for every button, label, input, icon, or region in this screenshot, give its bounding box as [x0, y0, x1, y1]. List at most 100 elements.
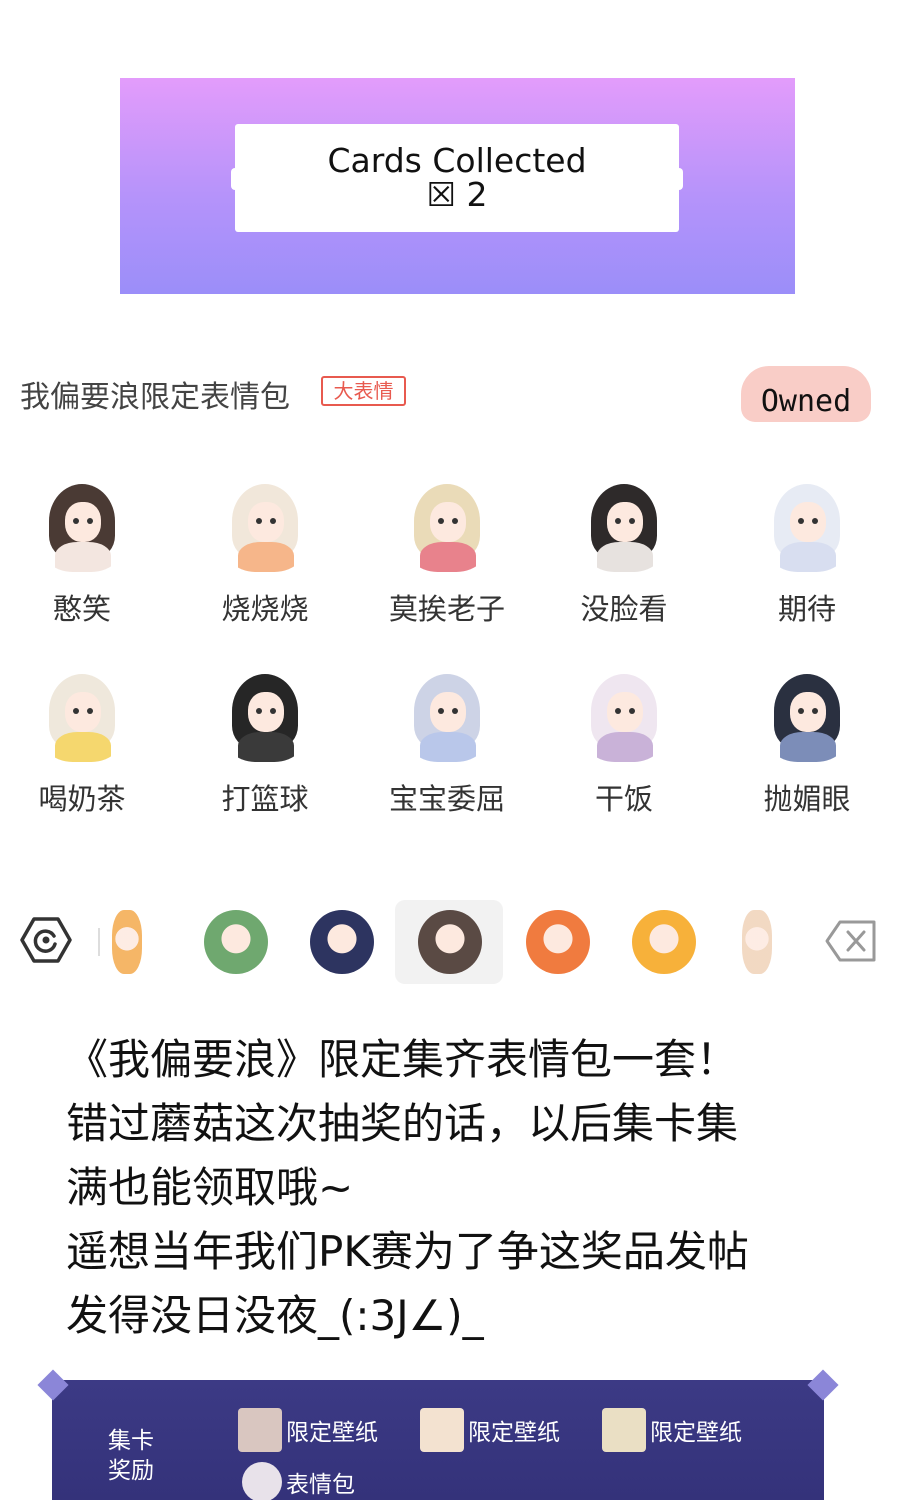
sticker-item[interactable]: 期待 — [714, 478, 900, 668]
owned-button[interactable]: Owned — [741, 366, 871, 422]
caption-line: 发得没日没夜_(:3J∠)_ — [66, 1291, 484, 1340]
sticker-image — [35, 478, 129, 572]
backspace-icon[interactable] — [824, 918, 878, 964]
sticker-body — [420, 542, 476, 572]
caption-line: 《我偏要浪》限定集齐表情包一套！ — [66, 1035, 739, 1084]
sticker-face — [430, 692, 466, 732]
reward-item-label: 限定壁纸 — [468, 1420, 560, 1446]
sticker-eye — [812, 518, 818, 524]
collection-banner: Cards Collected ☒ 2 — [120, 78, 795, 294]
sticker-image — [577, 478, 671, 572]
sticker-pack-title: 我偏要浪限定表情包 — [20, 380, 290, 415]
sticker-body — [238, 542, 294, 572]
sticker-pack-tag: 大表情 — [321, 376, 406, 406]
wallpaper-thumbnail — [602, 1408, 646, 1452]
wallpaper-thumbnail — [238, 1408, 282, 1452]
reward-heading-line: 奖励 — [108, 1458, 154, 1484]
sticker-image — [400, 478, 494, 572]
sticker-face — [790, 692, 826, 732]
reward-item-wallpaper-2[interactable]: 限定壁纸 — [420, 1408, 560, 1452]
sticker-eye — [615, 518, 621, 524]
sticker-image — [760, 478, 854, 572]
sticker-eye — [798, 518, 804, 524]
post-caption: 《我偏要浪》限定集齐表情包一套！ 错过蘑菇这次抽奖的话，以后集卡集 满也能领取哦… — [66, 1028, 866, 1348]
sticker-label: 打篮球 — [221, 782, 309, 816]
emoji-thumb-2[interactable] — [204, 910, 268, 974]
sticker-eye — [438, 708, 444, 714]
sticker-label: 干饭 — [594, 782, 653, 816]
sticker-label: 烧烧烧 — [221, 592, 309, 626]
sticker-item[interactable]: 没脸看 — [528, 478, 720, 668]
sticker-eye — [73, 708, 79, 714]
sticker-item[interactable]: 憨笑 — [0, 478, 180, 668]
emoji-thumb-1[interactable] — [112, 910, 142, 974]
reward-item-label: 限定壁纸 — [286, 1420, 378, 1446]
wallpaper-thumbnail — [420, 1408, 464, 1452]
sticker-eye — [812, 708, 818, 714]
sticker-eye — [73, 518, 79, 524]
emoji-thumb-5[interactable] — [526, 910, 590, 974]
sticker-body — [55, 542, 111, 572]
sticker-face — [248, 692, 284, 732]
sticker-face — [790, 502, 826, 542]
sticker-item[interactable]: 喝奶茶 — [0, 668, 180, 858]
emoji-thumb-7[interactable] — [742, 910, 772, 974]
sticker-item[interactable]: 抛媚眼 — [714, 668, 900, 858]
sticker-face — [607, 502, 643, 542]
sticker-image — [760, 668, 854, 762]
sticker-face — [248, 502, 284, 542]
sticker-item[interactable]: 打篮球 — [170, 668, 360, 858]
sticker-body — [420, 732, 476, 762]
card-reward-panel: 集卡 奖励 限定壁纸 限定壁纸 限定壁纸 表情包 — [52, 1380, 824, 1500]
sticker-image — [400, 668, 494, 762]
sticker-eye — [452, 708, 458, 714]
sticker-eye — [615, 708, 621, 714]
reward-item-sticker-pack[interactable]: 表情包 — [242, 1462, 355, 1500]
sticker-body — [55, 732, 111, 762]
sticker-pack-thumbnail — [242, 1462, 282, 1500]
sticker-item[interactable]: 干饭 — [528, 668, 720, 858]
cards-collected-card: Cards Collected ☒ 2 — [231, 124, 683, 232]
sticker-eye — [629, 708, 635, 714]
sticker-face — [607, 692, 643, 732]
sticker-label: 莫挨老子 — [388, 592, 505, 626]
sticker-body — [597, 542, 653, 572]
sticker-eye — [798, 708, 804, 714]
reward-item-wallpaper-3[interactable]: 限定壁纸 — [602, 1408, 742, 1452]
reward-item-label: 表情包 — [286, 1472, 355, 1498]
cards-collected-count: ☒ 2 — [426, 175, 488, 214]
emoji-thumb-6[interactable] — [632, 910, 696, 974]
emoji-thumb-4[interactable] — [418, 910, 482, 974]
sticker-eye — [452, 518, 458, 524]
cards-collected-label: Cards Collected — [327, 141, 587, 180]
sticker-label: 抛媚眼 — [763, 782, 851, 816]
sticker-eye — [87, 708, 93, 714]
caption-line: 满也能领取哦~ — [66, 1163, 354, 1212]
reward-item-label: 限定壁纸 — [650, 1420, 742, 1446]
sticker-eye — [256, 518, 262, 524]
sticker-eye — [87, 518, 93, 524]
sticker-eye — [629, 518, 635, 524]
caption-line: 错过蘑菇这次抽奖的话，以后集卡集 — [66, 1099, 739, 1148]
sticker-label: 憨笑 — [52, 592, 111, 626]
sticker-item[interactable]: 宝宝委屈 — [354, 668, 540, 858]
sticker-face — [430, 502, 466, 542]
reward-item-wallpaper-1[interactable]: 限定壁纸 — [238, 1408, 378, 1452]
emoji-panel-bar — [0, 900, 900, 984]
hexagon-refresh-icon[interactable] — [20, 916, 72, 964]
sticker-item[interactable]: 莫挨老子 — [354, 478, 540, 668]
emoji-thumb-3[interactable] — [310, 910, 374, 974]
sticker-face — [65, 692, 101, 732]
sticker-label: 没脸看 — [580, 592, 668, 626]
sticker-eye — [270, 708, 276, 714]
sticker-image — [577, 668, 671, 762]
sticker-image — [218, 668, 312, 762]
reward-heading: 集卡 奖励 — [108, 1426, 168, 1486]
sticker-item[interactable]: 烧烧烧 — [170, 478, 360, 668]
sticker-body — [238, 732, 294, 762]
reward-heading-line: 集卡 — [108, 1428, 154, 1454]
sticker-eye — [270, 518, 276, 524]
sticker-body — [780, 542, 836, 572]
caption-line: 遥想当年我们PK赛为了争这奖品发帖 — [66, 1227, 749, 1276]
sticker-label: 喝奶茶 — [38, 782, 126, 816]
